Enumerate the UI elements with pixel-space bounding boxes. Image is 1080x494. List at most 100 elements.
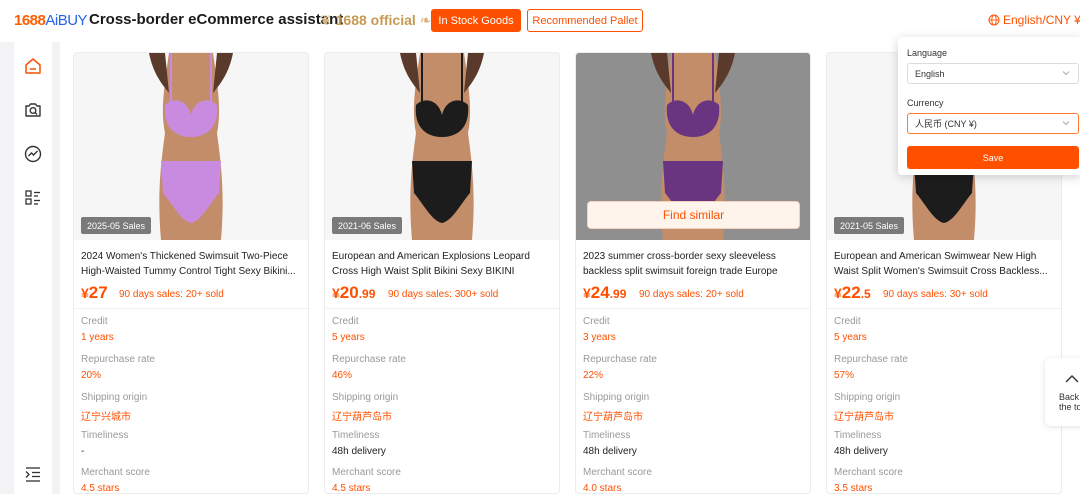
product-title[interactable]: 2024 Women's Thickened Swimsuit Two-Piec… bbox=[81, 249, 303, 279]
merchant-label: Merchant score bbox=[81, 467, 150, 478]
top-bar: 1688AiBUY Cross-border eCommerce assista… bbox=[0, 0, 1080, 42]
shipping-value: 辽宁兴城市 bbox=[81, 412, 131, 423]
collapse-menu-icon[interactable] bbox=[23, 464, 43, 484]
repurchase-label: Repurchase rate bbox=[834, 354, 908, 365]
sales-date-badge: 2025-05 Sales bbox=[81, 217, 152, 234]
chevron-down-icon bbox=[1062, 121, 1070, 126]
timeliness-value: - bbox=[81, 446, 85, 457]
timeliness-value: 48h delivery bbox=[583, 446, 637, 457]
divider bbox=[325, 308, 559, 309]
sales-count: 90 days sales: 20+ sold bbox=[639, 289, 744, 300]
product-price: ¥24.99 bbox=[583, 283, 626, 303]
product-card[interactable]: Find similar 2023 summer cross-border se… bbox=[575, 52, 811, 494]
find-similar-button[interactable]: Find similar bbox=[587, 201, 800, 229]
timeliness-label: Timeliness bbox=[81, 430, 129, 441]
price-currency: ¥ bbox=[583, 285, 591, 301]
product-title[interactable]: European and American Swimwear New High … bbox=[834, 249, 1056, 279]
shipping-value: 辽宁葫芦岛市 bbox=[583, 412, 643, 423]
timeliness-label: Timeliness bbox=[583, 430, 631, 441]
product-card[interactable]: 2021-06 Sales European and American Expl… bbox=[324, 52, 560, 494]
sales-date-badge: 2021-06 Sales bbox=[332, 217, 403, 234]
currency-value: 人民币 (CNY ¥) bbox=[915, 119, 977, 129]
shipping-label: Shipping origin bbox=[81, 392, 148, 403]
price-decimal: .5 bbox=[860, 287, 871, 301]
sales-count: 90 days sales: 300+ sold bbox=[388, 289, 499, 300]
product-photo bbox=[149, 53, 233, 240]
product-card[interactable]: 2025-05 Sales 2024 Women's Thickened Swi… bbox=[73, 52, 309, 494]
back-to-top-label: Back bbox=[1059, 392, 1080, 402]
price-integer: 22 bbox=[841, 283, 861, 302]
back-to-top-button[interactable]: Back the to bbox=[1045, 358, 1080, 426]
shipping-value: 辽宁葫芦岛市 bbox=[834, 412, 894, 423]
product-image[interactable]: 2025-05 Sales bbox=[74, 53, 308, 240]
credit-label: Credit bbox=[834, 316, 861, 327]
credit-label: Credit bbox=[332, 316, 359, 327]
chevron-down-icon bbox=[1062, 71, 1070, 76]
price-integer: 24 bbox=[590, 283, 610, 302]
product-image[interactable]: Find similar bbox=[576, 53, 810, 240]
price-decimal: .99 bbox=[609, 287, 627, 301]
product-photo bbox=[400, 53, 484, 240]
credit-value: 3 years bbox=[583, 332, 616, 343]
timeliness-label: Timeliness bbox=[834, 430, 882, 441]
language-label: Language bbox=[907, 48, 948, 58]
in-stock-goods-button[interactable]: In Stock Goods bbox=[431, 9, 521, 32]
credit-value: 5 years bbox=[332, 332, 365, 343]
credit-value: 5 years bbox=[834, 332, 867, 343]
save-button[interactable]: Save bbox=[907, 146, 1079, 169]
language-currency-label: English/CNY ¥ bbox=[1003, 13, 1080, 27]
language-value: English bbox=[915, 68, 945, 79]
price-currency: ¥ bbox=[332, 285, 340, 301]
divider bbox=[576, 308, 810, 309]
product-price: ¥27 bbox=[81, 283, 108, 303]
sales-date-badge: 2021-05 Sales bbox=[834, 217, 905, 234]
globe-icon bbox=[988, 14, 1000, 26]
list-icon[interactable] bbox=[23, 188, 43, 208]
repurchase-label: Repurchase rate bbox=[81, 354, 155, 365]
official-badge: ❦ 1688 official ❧ bbox=[320, 12, 432, 28]
product-title[interactable]: 2023 summer cross-border sexy sleeveless… bbox=[583, 249, 805, 279]
credit-label: Credit bbox=[81, 316, 108, 327]
sales-count: 90 days sales: 20+ sold bbox=[119, 289, 224, 300]
merchant-value: 3.5 stars bbox=[834, 483, 873, 494]
language-select[interactable]: English bbox=[907, 63, 1079, 84]
logo[interactable]: 1688AiBUY bbox=[14, 12, 88, 29]
price-currency: ¥ bbox=[81, 285, 89, 301]
home-icon[interactable] bbox=[23, 56, 43, 76]
repurchase-value: 57% bbox=[834, 370, 855, 381]
camera-search-icon[interactable] bbox=[23, 100, 43, 120]
trend-icon[interactable] bbox=[23, 144, 43, 164]
price-integer: 20 bbox=[339, 283, 359, 302]
language-currency-switch[interactable]: English/CNY ¥ bbox=[988, 13, 1080, 27]
price-currency: ¥ bbox=[834, 285, 842, 301]
credit-label: Credit bbox=[583, 316, 610, 327]
recommended-pallet-button[interactable]: Recommended Pallet bbox=[527, 9, 643, 32]
shipping-value: 辽宁葫芦岛市 bbox=[332, 412, 392, 423]
merchant-label: Merchant score bbox=[583, 467, 652, 478]
shipping-label: Shipping origin bbox=[583, 392, 650, 403]
timeliness-label: Timeliness bbox=[332, 430, 380, 441]
price-integer: 27 bbox=[88, 283, 108, 302]
product-price: ¥20.99 bbox=[332, 283, 375, 303]
repurchase-label: Repurchase rate bbox=[583, 354, 657, 365]
merchant-value: 4.0 stars bbox=[583, 483, 622, 494]
merchant-label: Merchant score bbox=[332, 467, 401, 478]
divider bbox=[827, 308, 1061, 309]
shipping-label: Shipping origin bbox=[332, 392, 399, 403]
merchant-label: Merchant score bbox=[834, 467, 903, 478]
currency-label: Currency bbox=[907, 98, 944, 108]
back-to-top-label-2: the to bbox=[1059, 402, 1080, 412]
language-currency-popover: Language English Currency 人民币 (CNY ¥) Sa… bbox=[898, 37, 1080, 175]
currency-select[interactable]: 人民币 (CNY ¥) bbox=[907, 113, 1079, 134]
repurchase-label: Repurchase rate bbox=[332, 354, 406, 365]
merchant-value: 4.5 stars bbox=[81, 483, 120, 494]
shipping-label: Shipping origin bbox=[834, 392, 901, 403]
product-price: ¥22.5 bbox=[834, 283, 871, 303]
product-image[interactable]: 2021-06 Sales bbox=[325, 53, 559, 240]
divider bbox=[74, 308, 308, 309]
sales-count: 90 days sales: 30+ sold bbox=[883, 289, 988, 300]
product-title[interactable]: European and American Explosions Leopard… bbox=[332, 249, 554, 279]
merchant-value: 4.5 stars bbox=[332, 483, 371, 494]
repurchase-value: 46% bbox=[332, 370, 353, 381]
timeliness-value: 48h delivery bbox=[834, 446, 888, 457]
